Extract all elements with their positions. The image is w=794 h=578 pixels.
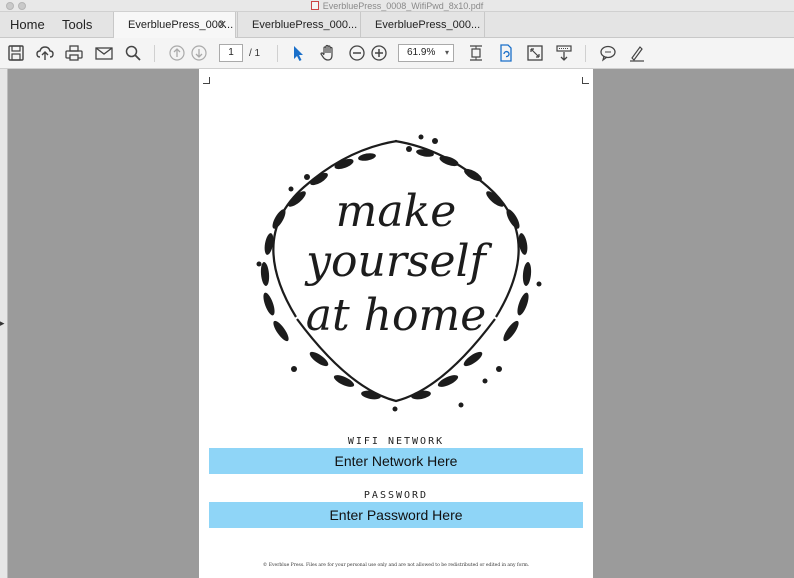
wifi-network-label: WIFI NETWORK: [347, 436, 445, 447]
toolbar-divider: [277, 45, 278, 62]
zoom-value: 61.9%: [407, 47, 436, 58]
pdf-file-icon: [310, 1, 319, 10]
nav-home[interactable]: Home: [10, 12, 45, 38]
page-total: / 1: [249, 48, 261, 59]
password-label: PASSWORD: [363, 490, 429, 501]
tab-document-1[interactable]: EverbluePress_000... ✕: [113, 12, 236, 39]
window-title-bar: EverbluePress_0008_WifiPwd_8x10.pdf: [0, 0, 794, 12]
tab-divider: [484, 12, 485, 38]
pdf-page: make yourself at home WIFI NETWORK Enter…: [199, 69, 593, 578]
search-icon[interactable]: [123, 43, 143, 63]
previous-page-icon[interactable]: [167, 43, 187, 63]
close-tab-icon[interactable]: ✕: [218, 12, 227, 38]
phrase-line-1: make: [335, 186, 457, 237]
wifi-network-field[interactable]: Enter Network Here: [209, 448, 583, 474]
toolbar-divider: [585, 45, 586, 62]
zoom-out-icon[interactable]: [347, 43, 367, 63]
tab-bar: Home Tools EverbluePress_000... ✕ Everbl…: [0, 12, 794, 39]
chevron-down-icon: ▾: [444, 48, 449, 57]
tab-label: EverbluePress_000...: [375, 19, 481, 31]
window-title: EverbluePress_0008_WifiPwd_8x10.pdf: [0, 0, 794, 12]
fit-page-icon[interactable]: [466, 43, 486, 63]
tab-label: EverbluePress_000...: [252, 19, 358, 31]
nav-tools[interactable]: Tools: [62, 12, 92, 38]
comment-icon[interactable]: [598, 43, 618, 63]
hand-icon[interactable]: [318, 43, 338, 63]
zoom-in-icon[interactable]: [369, 43, 389, 63]
sign-icon[interactable]: [627, 43, 647, 63]
page-number-input[interactable]: 1: [219, 44, 243, 62]
upload-cloud-icon[interactable]: [35, 43, 55, 63]
window-title-text: EverbluePress_0008_WifiPwd_8x10.pdf: [322, 1, 484, 11]
tab-document-2[interactable]: EverbluePress_000...: [237, 12, 360, 38]
tab-document-3[interactable]: EverbluePress_000...: [360, 12, 484, 38]
copyright-footer: © Everblue Press. Files are for your per…: [262, 563, 530, 568]
password-field[interactable]: Enter Password Here: [209, 502, 583, 528]
save-icon[interactable]: [6, 43, 26, 63]
expand-panel-icon[interactable]: ▸: [0, 318, 8, 330]
scroll-mode-icon[interactable]: [554, 43, 574, 63]
next-page-icon[interactable]: [189, 43, 209, 63]
select-arrow-icon[interactable]: [288, 43, 308, 63]
toolbar: 1 / 1 61.9% ▾: [0, 38, 794, 69]
phrase-line-3: at home: [305, 290, 487, 341]
email-icon[interactable]: [94, 43, 114, 63]
print-icon[interactable]: [64, 43, 84, 63]
rotate-icon[interactable]: [496, 43, 516, 63]
toolbar-divider: [154, 45, 155, 62]
document-canvas[interactable]: ▸ make yourself at home WIFI NETWORK Ent…: [0, 69, 794, 578]
full-screen-icon[interactable]: [525, 43, 545, 63]
zoom-level-select[interactable]: 61.9% ▾: [398, 44, 454, 62]
phrase-line-2: yourself: [306, 236, 486, 287]
